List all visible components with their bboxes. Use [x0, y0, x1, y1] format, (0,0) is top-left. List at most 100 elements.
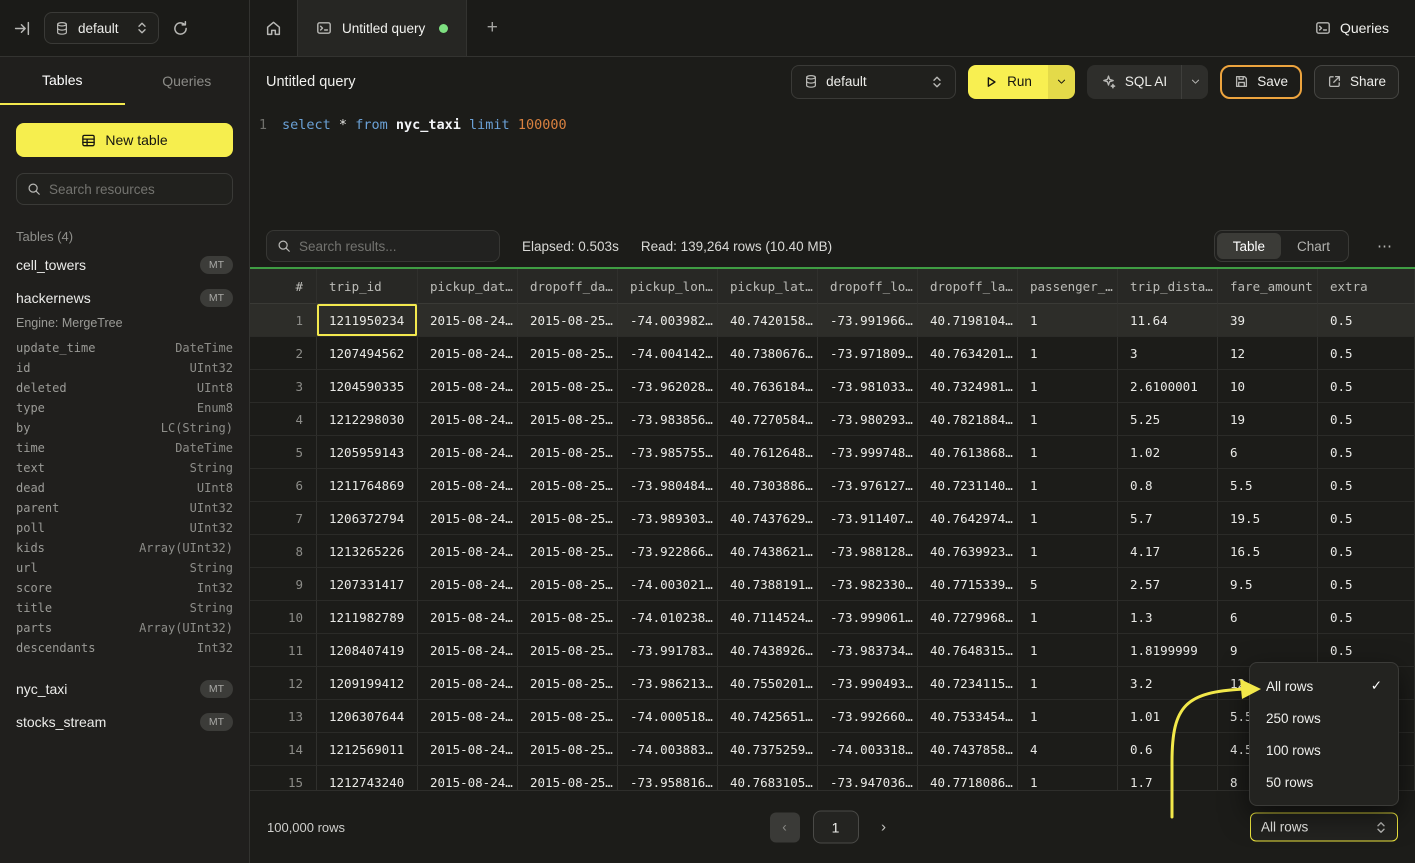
table-cell[interactable]: 1.8199999: [1118, 634, 1218, 667]
table-cell[interactable]: 0.5: [1318, 304, 1415, 337]
column-header[interactable]: dropoff_lo…: [818, 269, 918, 304]
table-cell[interactable]: 1206307644: [317, 700, 418, 733]
table-cell[interactable]: 1: [1018, 700, 1118, 733]
table-cell[interactable]: 4.17: [1118, 535, 1218, 568]
table-cell[interactable]: 14: [250, 733, 317, 766]
table-cell[interactable]: 40.7612648…: [718, 436, 818, 469]
table-cell[interactable]: 0.5: [1318, 436, 1415, 469]
table-cell[interactable]: 2015-08-24…: [418, 766, 518, 790]
sidebar-table-stocks_stream[interactable]: stocks_streamMT: [0, 705, 249, 738]
database-selector-toolbar[interactable]: default: [791, 65, 956, 99]
table-cell[interactable]: 2015-08-25…: [518, 304, 618, 337]
table-cell[interactable]: 1207331417: [317, 568, 418, 601]
table-cell[interactable]: 40.7437858…: [918, 733, 1018, 766]
table-cell[interactable]: 2015-08-24…: [418, 667, 518, 700]
page-size-select[interactable]: All rows: [1250, 813, 1398, 842]
column-header[interactable]: fare_amount: [1218, 269, 1318, 304]
queries-button[interactable]: Queries: [1340, 20, 1389, 36]
table-cell[interactable]: 1.7: [1118, 766, 1218, 790]
table-cell[interactable]: 1: [1018, 403, 1118, 436]
table-cell[interactable]: 0.5: [1318, 403, 1415, 436]
table-cell[interactable]: 40.7380676…: [718, 337, 818, 370]
table-cell[interactable]: 5: [250, 436, 317, 469]
table-cell[interactable]: 1: [1018, 502, 1118, 535]
table-cell[interactable]: 40.7613868…: [918, 436, 1018, 469]
column-header[interactable]: pickup_dat…: [418, 269, 518, 304]
sql-ai-button[interactable]: SQL AI: [1087, 65, 1181, 99]
table-cell[interactable]: -73.985755…: [618, 436, 718, 469]
new-tab-button[interactable]: +: [467, 0, 517, 56]
table-cell[interactable]: 0.8: [1118, 469, 1218, 502]
table-cell[interactable]: 1.01: [1118, 700, 1218, 733]
table-cell[interactable]: 40.7438621…: [718, 535, 818, 568]
table-cell[interactable]: -73.983856…: [618, 403, 718, 436]
table-cell[interactable]: 1212569011: [317, 733, 418, 766]
table-cell[interactable]: 0.5: [1318, 535, 1415, 568]
table-cell[interactable]: -73.992660…: [818, 700, 918, 733]
table-cell[interactable]: -73.947036…: [818, 766, 918, 790]
table-cell[interactable]: 40.7388191…: [718, 568, 818, 601]
table-cell[interactable]: 1204590335: [317, 370, 418, 403]
collapse-sidebar-icon[interactable]: [14, 20, 31, 37]
prev-page-button[interactable]: ‹: [770, 812, 800, 842]
table-cell[interactable]: 40.7639923…: [918, 535, 1018, 568]
table-cell[interactable]: 40.7550201…: [718, 667, 818, 700]
table-cell[interactable]: 1206372794: [317, 502, 418, 535]
current-page-box[interactable]: 1: [813, 811, 859, 844]
table-cell[interactable]: 1209199412: [317, 667, 418, 700]
database-selector-top[interactable]: default: [44, 12, 159, 44]
table-cell[interactable]: 1213265226: [317, 535, 418, 568]
column-header[interactable]: #: [250, 269, 317, 304]
table-cell[interactable]: -74.000518…: [618, 700, 718, 733]
table-cell[interactable]: 40.7715339…: [918, 568, 1018, 601]
table-cell[interactable]: 40.7821884…: [918, 403, 1018, 436]
table-cell[interactable]: 1211982789: [317, 601, 418, 634]
menu-item[interactable]: 50 rows: [1250, 766, 1398, 798]
table-cell[interactable]: 2015-08-25…: [518, 469, 618, 502]
table-cell[interactable]: 40.7375259…: [718, 733, 818, 766]
table-cell[interactable]: 9.5: [1218, 568, 1318, 601]
table-cell[interactable]: 2015-08-25…: [518, 733, 618, 766]
table-cell[interactable]: 40.7533454…: [918, 700, 1018, 733]
table-cell[interactable]: 1: [1018, 370, 1118, 403]
column-header[interactable]: dropoff_da…: [518, 269, 618, 304]
table-cell[interactable]: 5.5: [1218, 469, 1318, 502]
table-cell[interactable]: 12: [1218, 337, 1318, 370]
table-cell[interactable]: 2015-08-24…: [418, 700, 518, 733]
table-cell[interactable]: 2: [250, 337, 317, 370]
table-cell[interactable]: 2015-08-24…: [418, 535, 518, 568]
refresh-icon[interactable]: [172, 20, 189, 37]
table-cell[interactable]: -74.010238…: [618, 601, 718, 634]
table-cell[interactable]: 4: [250, 403, 317, 436]
search-resources-input[interactable]: [49, 182, 222, 197]
table-cell[interactable]: 40.7648315…: [918, 634, 1018, 667]
table-cell[interactable]: 6: [1218, 601, 1318, 634]
table-cell[interactable]: 2015-08-24…: [418, 469, 518, 502]
table-cell[interactable]: 0.6: [1118, 733, 1218, 766]
table-cell[interactable]: 2.57: [1118, 568, 1218, 601]
table-cell[interactable]: 2015-08-25…: [518, 436, 618, 469]
table-cell[interactable]: 40.7420158…: [718, 304, 818, 337]
table-cell[interactable]: 11: [250, 634, 317, 667]
table-cell[interactable]: 40.7718086…: [918, 766, 1018, 790]
table-cell[interactable]: 1211950234: [317, 304, 418, 337]
table-cell[interactable]: 2015-08-24…: [418, 403, 518, 436]
new-table-button[interactable]: New table: [16, 123, 233, 157]
table-cell[interactable]: 1: [1018, 766, 1118, 790]
table-cell[interactable]: 13: [250, 700, 317, 733]
table-cell[interactable]: -73.988128…: [818, 535, 918, 568]
column-header[interactable]: trip_id: [317, 269, 418, 304]
table-cell[interactable]: -73.982330…: [818, 568, 918, 601]
table-cell[interactable]: 2015-08-25…: [518, 766, 618, 790]
table-cell[interactable]: 1: [1018, 601, 1118, 634]
table-cell[interactable]: 1: [1018, 535, 1118, 568]
table-cell[interactable]: 2015-08-25…: [518, 370, 618, 403]
table-cell[interactable]: 40.7198104…: [918, 304, 1018, 337]
table-cell[interactable]: 3: [250, 370, 317, 403]
menu-item[interactable]: 100 rows: [1250, 734, 1398, 766]
table-cell[interactable]: 39: [1218, 304, 1318, 337]
table-cell[interactable]: 19.5: [1218, 502, 1318, 535]
table-cell[interactable]: -73.980484…: [618, 469, 718, 502]
table-cell[interactable]: -73.922866…: [618, 535, 718, 568]
table-cell[interactable]: 2015-08-25…: [518, 568, 618, 601]
